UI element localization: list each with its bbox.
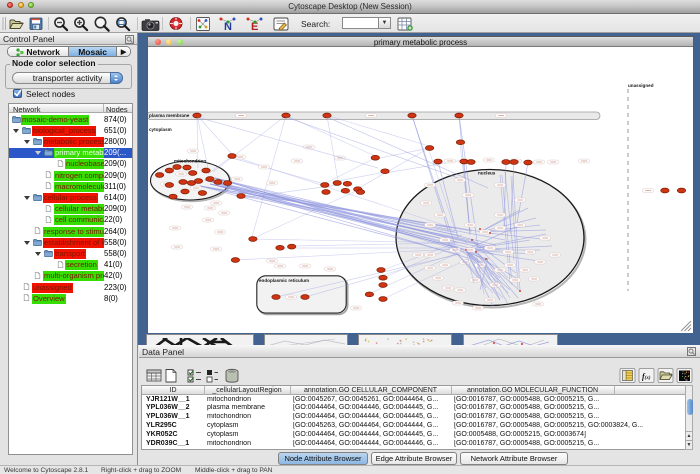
svg-text:plasma membrane: plasma membrane — [149, 113, 190, 118]
svg-text:nucleus: nucleus — [478, 171, 496, 176]
svg-text:endoplasmic reticulum: endoplasmic reticulum — [259, 278, 309, 283]
svg-text:cytoplasm: cytoplasm — [149, 127, 172, 132]
svg-text:unassigned: unassigned — [628, 83, 654, 88]
svg-text:mitochondrion: mitochondrion — [174, 159, 206, 164]
